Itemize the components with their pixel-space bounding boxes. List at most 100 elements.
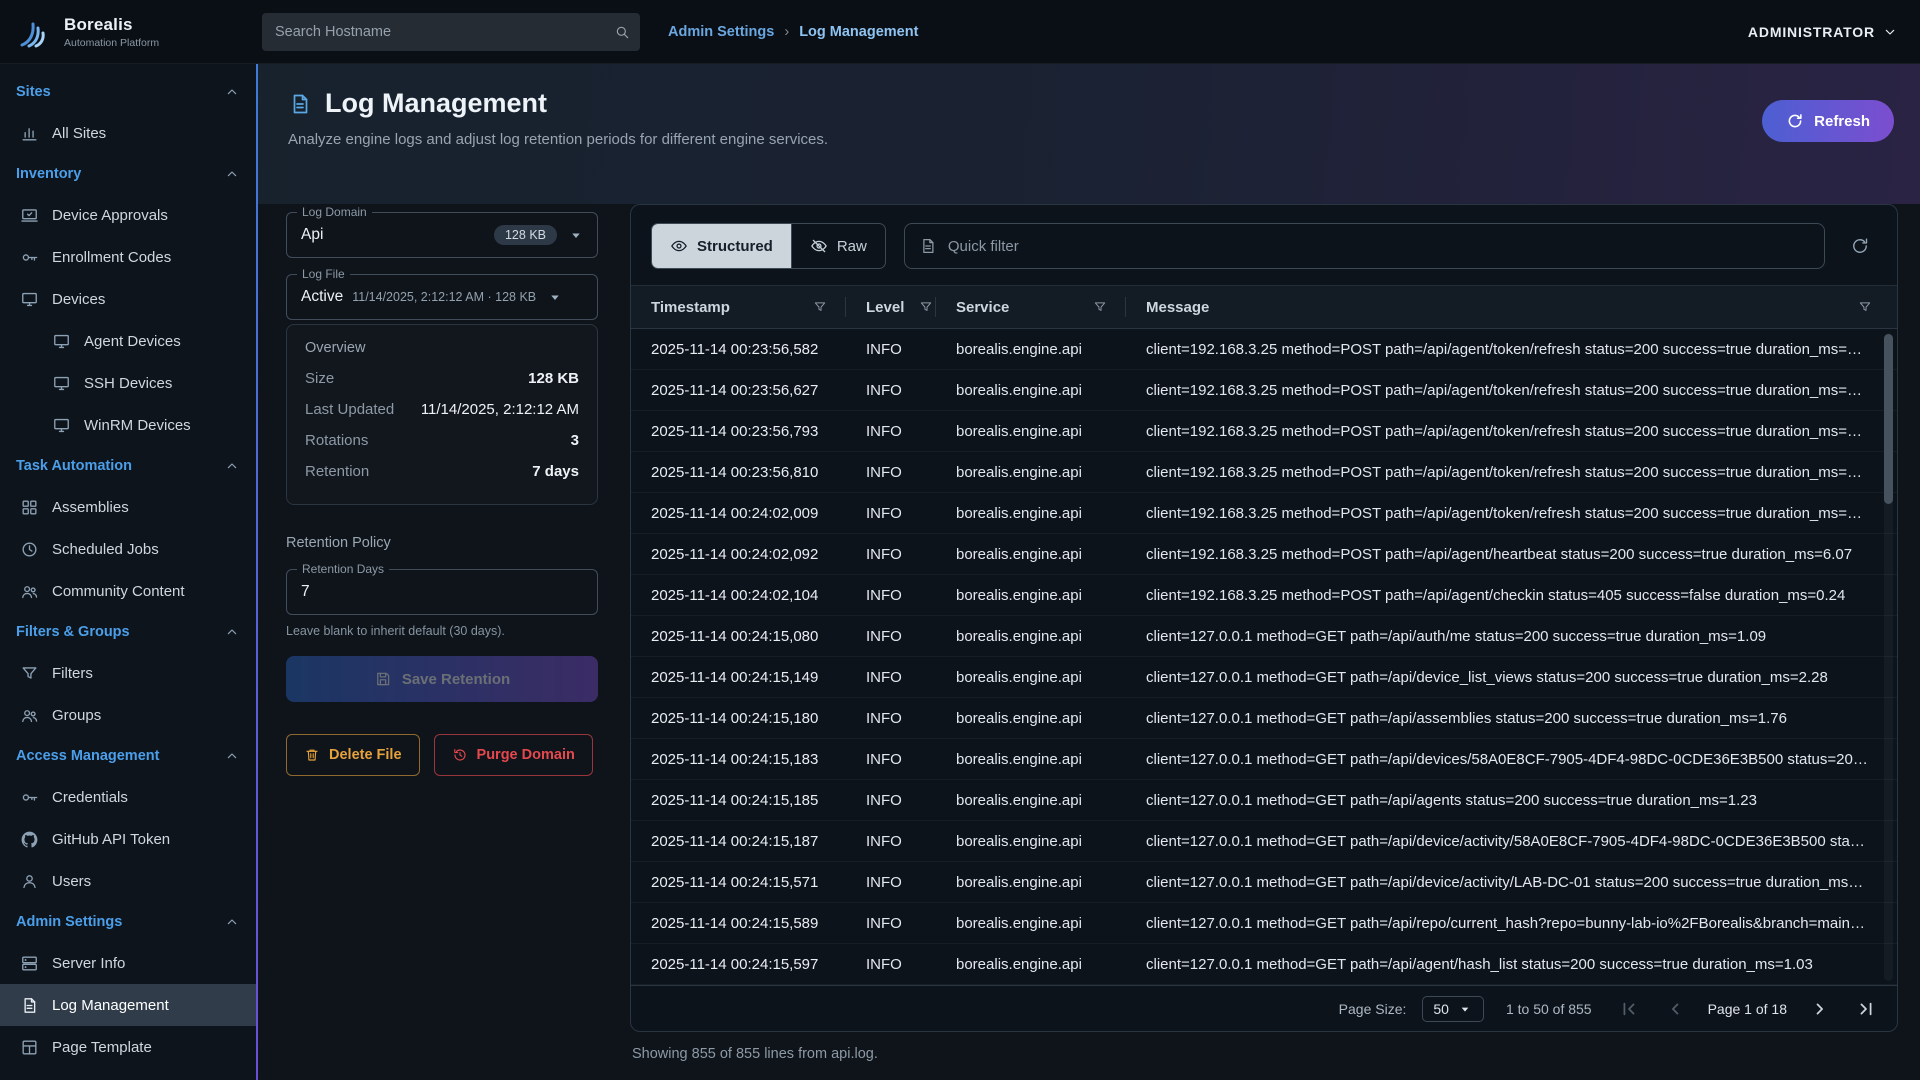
- sidebar-item-enrollment-codes[interactable]: Enrollment Codes: [0, 236, 256, 278]
- overview-row-rotations: Rotations 3: [305, 432, 579, 449]
- table-row[interactable]: 2025-11-14 00:24:15,571 INFO borealis.en…: [631, 862, 1897, 903]
- sidebar-item-assemblies[interactable]: Assemblies: [0, 486, 256, 528]
- status-line: Showing 855 of 855 lines from api.log.: [632, 1046, 1898, 1062]
- brand[interactable]: Borealis Automation Platform: [0, 11, 256, 53]
- retention-days-input[interactable]: [301, 583, 585, 601]
- eye-off-icon: [810, 237, 828, 255]
- log-file-meta: 11/14/2025, 2:12:12 AM · 128 KB: [352, 290, 536, 304]
- sidebar-item-page-template[interactable]: Page Template: [0, 1026, 256, 1068]
- brand-name: Borealis: [64, 15, 159, 35]
- sidebar-item-github-api-token[interactable]: GitHub API Token: [0, 818, 256, 860]
- level-cell: INFO: [846, 874, 936, 891]
- previous-page-icon: [1665, 999, 1685, 1019]
- sidebar-item-winrm-devices[interactable]: WinRM Devices: [0, 404, 256, 446]
- key-icon: [19, 247, 39, 267]
- sidebar-item-community-content[interactable]: Community Content: [0, 570, 256, 612]
- quick-filter-field: [904, 223, 1825, 269]
- purge-domain-button[interactable]: Purge Domain: [434, 734, 593, 776]
- log-file-select[interactable]: Log File Active 11/14/2025, 2:12:12 AM ·…: [286, 274, 598, 320]
- table-row[interactable]: 2025-11-14 00:23:56,582 INFO borealis.en…: [631, 329, 1897, 370]
- sidebar-section-inventory[interactable]: Inventory: [0, 154, 256, 194]
- timestamp-filter-button[interactable]: [808, 295, 832, 319]
- log-file-icon: [288, 92, 312, 116]
- sidebar-section-admin-settings[interactable]: Admin Settings: [0, 902, 256, 942]
- caret-down-icon: [567, 226, 585, 244]
- sidebar-item-groups[interactable]: Groups: [0, 694, 256, 736]
- message-cell: client=192.168.3.25 method=POST path=/ap…: [1126, 546, 1897, 563]
- sidebar-item-server-info[interactable]: Server Info: [0, 942, 256, 984]
- log-domain-select[interactable]: Log Domain Api 128 KB: [286, 212, 598, 258]
- table-row[interactable]: 2025-11-14 00:24:15,183 INFO borealis.en…: [631, 739, 1897, 780]
- table-row[interactable]: 2025-11-14 00:24:15,149 INFO borealis.en…: [631, 657, 1897, 698]
- table-row[interactable]: 2025-11-14 00:24:15,187 INFO borealis.en…: [631, 821, 1897, 862]
- breadcrumb-admin-settings[interactable]: Admin Settings: [668, 24, 774, 40]
- table-scrollbar[interactable]: [1884, 333, 1893, 981]
- table-row[interactable]: 2025-11-14 00:23:56,810 INFO borealis.en…: [631, 452, 1897, 493]
- sidebar-section-filters-groups[interactable]: Filters & Groups: [0, 612, 256, 652]
- delete-file-button[interactable]: Delete File: [286, 734, 420, 776]
- previous-page-button[interactable]: [1660, 994, 1690, 1024]
- last-page-button[interactable]: [1851, 994, 1881, 1024]
- structured-view-toggle[interactable]: Structured: [652, 224, 791, 268]
- search-input[interactable]: [262, 13, 640, 51]
- table-row[interactable]: 2025-11-14 00:24:02,104 INFO borealis.en…: [631, 575, 1897, 616]
- quick-filter-input[interactable]: [948, 238, 1810, 255]
- refresh-icon: [1850, 236, 1870, 256]
- sidebar-item-filters[interactable]: Filters: [0, 652, 256, 694]
- service-cell: borealis.engine.api: [936, 833, 1126, 850]
- message-cell: client=192.168.3.25 method=POST path=/ap…: [1126, 505, 1897, 522]
- user-menu-button[interactable]: ADMINISTRATOR: [1748, 24, 1898, 40]
- eye-icon: [670, 237, 688, 255]
- service-filter-button[interactable]: [1088, 295, 1112, 319]
- sidebar-item-device-approvals[interactable]: Device Approvals: [0, 194, 256, 236]
- github-icon: [19, 829, 39, 849]
- timestamp-cell: 2025-11-14 00:23:56,627: [631, 382, 846, 399]
- sidebar-item-log-management[interactable]: Log Management: [0, 984, 256, 1026]
- level-filter-button[interactable]: [914, 295, 938, 319]
- level-cell: INFO: [846, 751, 936, 768]
- table-row[interactable]: 2025-11-14 00:24:02,009 INFO borealis.en…: [631, 493, 1897, 534]
- log-file-icon: [919, 237, 937, 255]
- page-title: Log Management: [288, 88, 828, 119]
- level-cell: INFO: [846, 956, 936, 973]
- first-page-button[interactable]: [1614, 994, 1644, 1024]
- raw-view-toggle[interactable]: Raw: [791, 224, 885, 268]
- save-retention-button[interactable]: Save Retention: [286, 656, 598, 702]
- table-row[interactable]: 2025-11-14 00:24:15,080 INFO borealis.en…: [631, 616, 1897, 657]
- table-refresh-button[interactable]: [1843, 229, 1877, 263]
- sidebar-item-devices[interactable]: Devices: [0, 278, 256, 320]
- service-cell: borealis.engine.api: [936, 956, 1126, 973]
- funnel-icon: [1093, 300, 1107, 314]
- message-cell: client=127.0.0.1 method=GET path=/api/de…: [1126, 751, 1897, 768]
- next-page-button[interactable]: [1805, 994, 1835, 1024]
- page-size-select[interactable]: 50: [1422, 996, 1484, 1022]
- refresh-button[interactable]: Refresh: [1762, 100, 1894, 142]
- sidebar-section-sites[interactable]: Sites: [0, 72, 256, 112]
- breadcrumb-log-management[interactable]: Log Management: [799, 24, 918, 40]
- table-row[interactable]: 2025-11-14 00:24:15,589 INFO borealis.en…: [631, 903, 1897, 944]
- table-row[interactable]: 2025-11-14 00:23:56,627 INFO borealis.en…: [631, 370, 1897, 411]
- people-icon: [19, 581, 39, 601]
- message-cell: client=127.0.0.1 method=GET path=/api/ag…: [1126, 956, 1897, 973]
- timestamp-cell: 2025-11-14 00:24:02,104: [631, 587, 846, 604]
- chevron-up-icon: [224, 914, 240, 930]
- sidebar-section-task-automation[interactable]: Task Automation: [0, 446, 256, 486]
- table-row[interactable]: 2025-11-14 00:23:56,793 INFO borealis.en…: [631, 411, 1897, 452]
- sidebar-item-ssh-devices[interactable]: SSH Devices: [0, 362, 256, 404]
- column-header-service: Service: [936, 286, 1126, 328]
- sidebar-item-credentials[interactable]: Credentials: [0, 776, 256, 818]
- sidebar-item-users[interactable]: Users: [0, 860, 256, 902]
- sidebar-item-all-sites[interactable]: All Sites: [0, 112, 256, 154]
- table-row[interactable]: 2025-11-14 00:24:15,185 INFO borealis.en…: [631, 780, 1897, 821]
- service-cell: borealis.engine.api: [936, 751, 1126, 768]
- table-row[interactable]: 2025-11-14 00:24:15,597 INFO borealis.en…: [631, 944, 1897, 985]
- table-scrollbar-thumb[interactable]: [1884, 334, 1893, 504]
- message-filter-button[interactable]: [1853, 295, 1877, 319]
- sidebar-item-agent-devices[interactable]: Agent Devices: [0, 320, 256, 362]
- page-header: Log Management Analyze engine logs and a…: [258, 64, 1920, 204]
- table-row[interactable]: 2025-11-14 00:24:02,092 INFO borealis.en…: [631, 534, 1897, 575]
- log-panel: Structured Raw: [630, 204, 1898, 1032]
- sidebar-section-access-management[interactable]: Access Management: [0, 736, 256, 776]
- sidebar-item-scheduled-jobs[interactable]: Scheduled Jobs: [0, 528, 256, 570]
- table-row[interactable]: 2025-11-14 00:24:15,180 INFO borealis.en…: [631, 698, 1897, 739]
